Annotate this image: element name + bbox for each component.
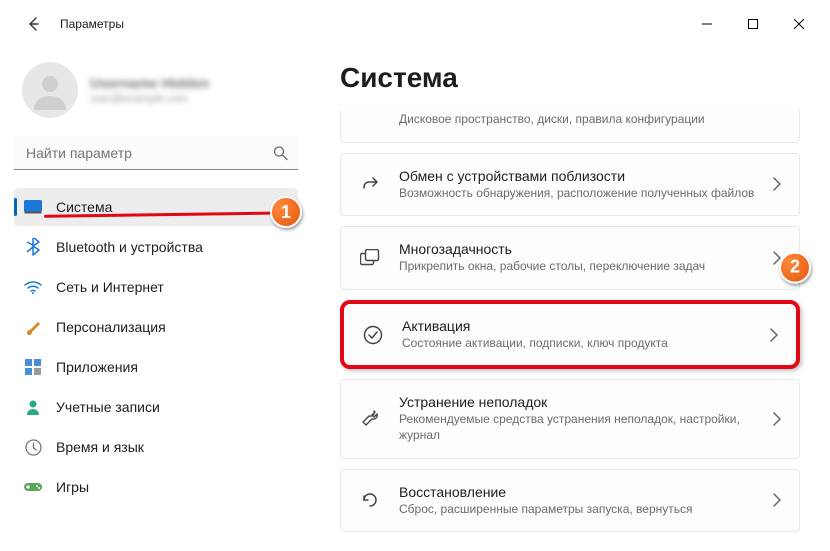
card-subtitle: Возможность обнаружения, расположение по… bbox=[399, 186, 755, 202]
sidebar-item-label: Bluetooth и устройства bbox=[56, 239, 203, 255]
maximize-icon bbox=[748, 19, 758, 29]
card-subtitle: Прикрепить окна, рабочие столы, переключ… bbox=[399, 259, 755, 275]
maximize-button[interactable] bbox=[730, 8, 776, 40]
window-title: Параметры bbox=[60, 17, 124, 31]
gaming-icon bbox=[24, 481, 42, 493]
card-title: Многозадачность bbox=[399, 241, 755, 257]
annotation-marker-1: 1 bbox=[270, 196, 302, 228]
apps-icon bbox=[24, 359, 42, 375]
avatar bbox=[22, 62, 78, 118]
sidebar-item-label: Персонализация bbox=[56, 319, 166, 335]
close-button[interactable] bbox=[776, 8, 822, 40]
card-title: Обмен с устройствами поблизости bbox=[399, 168, 755, 184]
sidebar-item-label: Приложения bbox=[56, 359, 138, 375]
sidebar-item-time-language[interactable]: Время и язык bbox=[14, 428, 298, 466]
wrench-icon bbox=[359, 409, 381, 429]
sidebar-item-network[interactable]: Сеть и Интернет bbox=[14, 268, 298, 306]
annotation-marker-2: 2 bbox=[779, 252, 811, 284]
card-storage-partial[interactable]: Дисковое пространство, диски, правила ко… bbox=[340, 110, 800, 143]
bluetooth-icon bbox=[24, 238, 42, 256]
multitask-icon bbox=[359, 249, 381, 267]
card-subtitle: Сброс, расширенные параметры запуска, ве… bbox=[399, 502, 755, 518]
sidebar-item-system[interactable]: Система 1 bbox=[14, 188, 298, 226]
back-button[interactable] bbox=[16, 6, 52, 42]
chevron-right-icon bbox=[773, 493, 781, 507]
search-icon bbox=[273, 146, 288, 161]
network-icon bbox=[24, 280, 42, 294]
system-icon bbox=[24, 200, 42, 214]
card-subtitle: Дисковое пространство, диски, правила ко… bbox=[399, 112, 763, 128]
accounts-icon bbox=[24, 399, 42, 415]
sidebar-item-label: Учетные записи bbox=[56, 399, 160, 415]
card-subtitle: Состояние активации, подписки, ключ прод… bbox=[402, 336, 752, 352]
chevron-right-icon bbox=[773, 412, 781, 426]
brush-icon bbox=[24, 318, 42, 336]
card-title: Восстановление bbox=[399, 484, 755, 500]
card-subtitle: Рекомендуемые средства устранения непола… bbox=[399, 412, 755, 443]
profile-email: user@example.com bbox=[90, 93, 209, 105]
sidebar-item-label: Система bbox=[56, 199, 112, 215]
sidebar-item-personalization[interactable]: Персонализация bbox=[14, 308, 298, 346]
arrow-left-icon bbox=[26, 16, 42, 32]
minimize-button[interactable] bbox=[684, 8, 730, 40]
card-nearby-sharing[interactable]: Обмен с устройствами поблизости Возможно… bbox=[340, 153, 800, 217]
card-title: Активация bbox=[402, 318, 752, 334]
page-title: Система bbox=[340, 62, 800, 94]
sidebar-item-label: Время и язык bbox=[56, 439, 144, 455]
sidebar-item-label: Сеть и Интернет bbox=[56, 279, 164, 295]
card-multitasking[interactable]: Многозадачность Прикрепить окна, рабочие… bbox=[340, 226, 800, 290]
card-troubleshoot[interactable]: Устранение неполадок Рекомендуемые средс… bbox=[340, 379, 800, 458]
share-icon bbox=[359, 174, 381, 194]
chevron-right-icon bbox=[773, 177, 781, 191]
profile-block[interactable]: Username Hidden user@example.com bbox=[14, 48, 298, 136]
sidebar-item-bluetooth[interactable]: Bluetooth и устройства bbox=[14, 228, 298, 266]
person-icon bbox=[30, 70, 70, 110]
search-input[interactable] bbox=[14, 136, 298, 170]
check-circle-icon bbox=[362, 325, 384, 345]
card-activation[interactable]: Активация Состояние активации, подписки,… bbox=[340, 300, 800, 370]
clock-globe-icon bbox=[24, 439, 42, 456]
minimize-icon bbox=[702, 19, 712, 29]
sidebar-item-gaming[interactable]: Игры bbox=[14, 468, 298, 506]
sidebar-item-accounts[interactable]: Учетные записи bbox=[14, 388, 298, 426]
card-recovery[interactable]: Восстановление Сброс, расширенные параме… bbox=[340, 469, 800, 533]
chevron-right-icon bbox=[770, 328, 778, 342]
profile-name: Username Hidden bbox=[90, 75, 209, 91]
sidebar-item-label: Игры bbox=[56, 479, 89, 495]
sidebar-item-apps[interactable]: Приложения bbox=[14, 348, 298, 386]
close-icon bbox=[794, 19, 804, 29]
recovery-icon bbox=[359, 490, 381, 510]
card-title: Устранение неполадок bbox=[399, 394, 755, 410]
